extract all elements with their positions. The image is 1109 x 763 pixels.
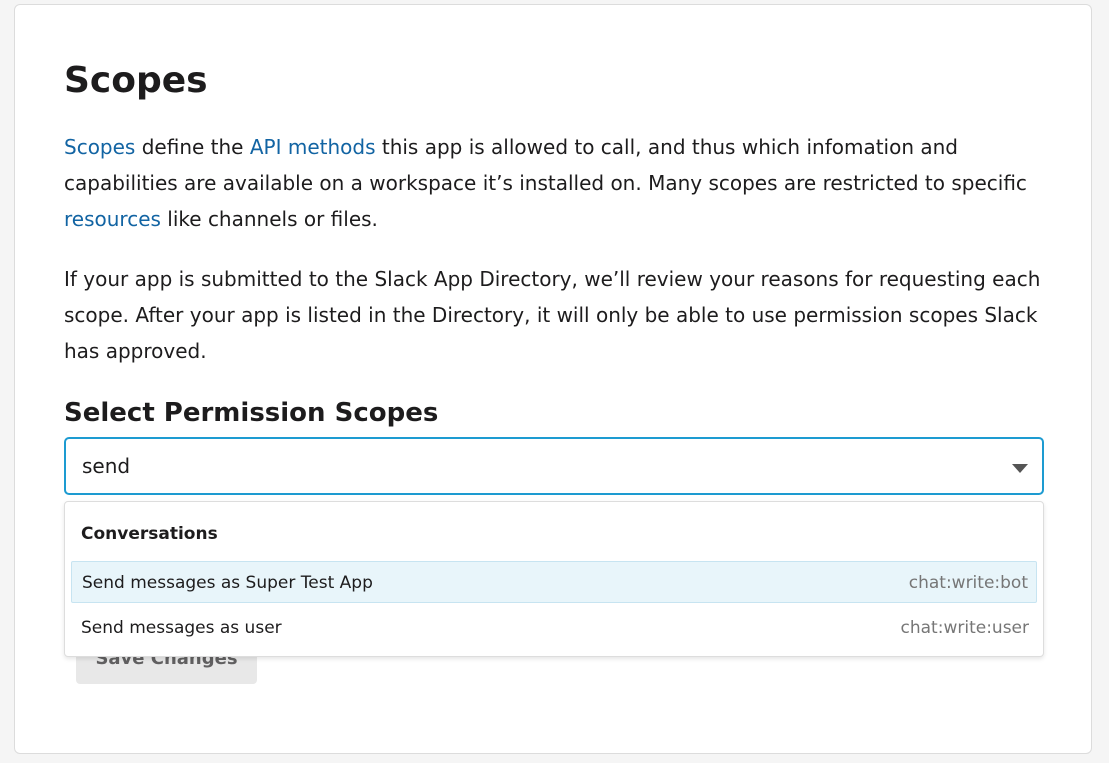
caret-down-icon[interactable] (1012, 464, 1028, 473)
dropdown-group-label: Conversations (81, 524, 218, 544)
scope-option-send-as-user[interactable]: Send messages as user chat:write:user (71, 607, 1037, 649)
scope-option-label: Send messages as user (81, 618, 282, 638)
scope-option-code: chat:write:user (900, 618, 1029, 638)
scope-dropdown-menu: Conversations Send messages as Super Tes… (64, 501, 1044, 657)
scope-option-send-as-app[interactable]: Send messages as Super Test App chat:wri… (71, 561, 1037, 603)
scope-search-input[interactable] (82, 451, 982, 481)
api-methods-link[interactable]: API methods (250, 135, 376, 159)
scopes-card: Scopes Scopes define the API methods thi… (14, 4, 1092, 754)
description-text-1: define the (135, 135, 250, 159)
scopes-link[interactable]: Scopes (64, 135, 135, 159)
scope-option-code: chat:write:bot (908, 573, 1028, 593)
resources-link[interactable]: resources (64, 207, 161, 231)
permission-scope-select[interactable] (64, 437, 1044, 495)
review-description: If your app is submitted to the Slack Ap… (64, 267, 1041, 363)
description-text-3: like channels or files. (160, 207, 378, 231)
scope-option-label: Send messages as Super Test App (82, 573, 373, 593)
permission-scopes-heading: Select Permission Scopes (64, 398, 439, 428)
page-title: Scopes (64, 60, 208, 101)
scopes-description: Scopes define the API methods this app i… (64, 129, 1064, 237)
